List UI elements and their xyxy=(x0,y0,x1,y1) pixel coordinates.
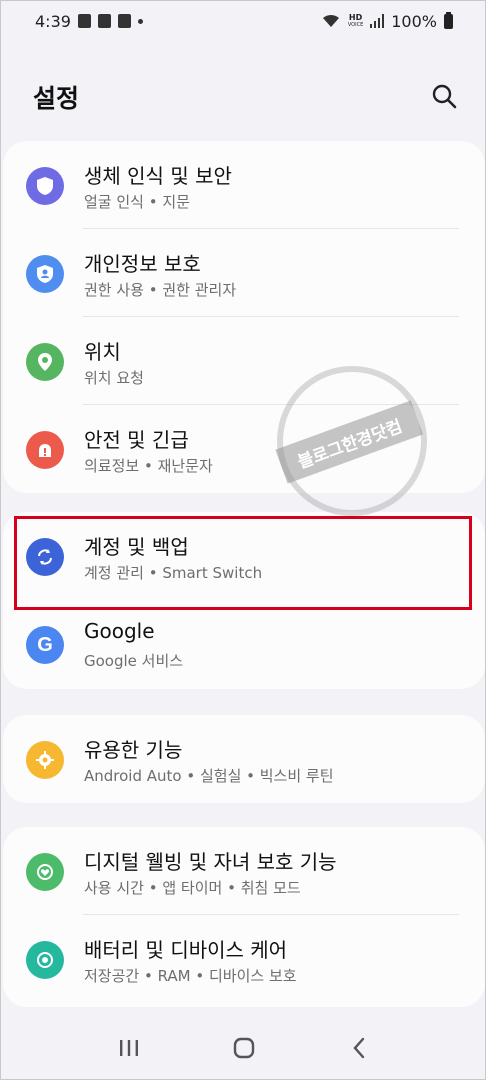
emergency-icon xyxy=(26,431,64,469)
wifi-icon xyxy=(322,14,339,27)
signal-icon xyxy=(370,14,385,28)
settings-group-accounts: 계정 및 백업 계정 관리 • Smart Switch G Google Go… xyxy=(3,512,485,689)
recent-apps-icon xyxy=(119,1040,138,1056)
shield-icon xyxy=(26,167,64,205)
sync-icon xyxy=(26,538,64,576)
voice-label: VOICE xyxy=(347,22,364,28)
home-button[interactable] xyxy=(224,1028,264,1068)
battery-icon xyxy=(444,11,453,29)
back-button[interactable] xyxy=(339,1028,379,1068)
puzzle-gear-icon xyxy=(26,741,64,779)
item-title: 생체 인식 및 보안 xyxy=(84,164,232,188)
item-subtitle: 얼굴 인식 • 지문 xyxy=(84,193,190,211)
google-icon: G xyxy=(26,626,64,664)
item-subtitle: 의료정보 • 재난문자 xyxy=(84,457,213,475)
more-notifications-dot-icon xyxy=(137,18,143,24)
item-subtitle: 계정 관리 • Smart Switch xyxy=(84,564,263,582)
item-title: 위치 xyxy=(84,340,121,364)
watermark-text: 블로그한경닷컴 xyxy=(275,400,423,484)
home-icon xyxy=(233,1037,255,1059)
gallery-notification-icon xyxy=(77,14,91,28)
settings-header: 설정 xyxy=(1,71,486,121)
settings-item-location[interactable]: 위치 위치 요청 xyxy=(3,317,485,405)
battery-percent: 100% xyxy=(391,11,437,31)
privacy-icon xyxy=(26,255,64,293)
search-button[interactable] xyxy=(427,79,461,113)
wellbeing-icon xyxy=(26,853,64,891)
search-icon xyxy=(432,84,457,109)
settings-group-wellbeing: 디지털 웰빙 및 자녀 보호 기능 사용 시간 • 앱 타이머 • 취침 모드 … xyxy=(3,827,485,1007)
item-title: 디지털 웰빙 및 자녀 보호 기능 xyxy=(84,850,337,874)
item-title: 개인정보 보호 xyxy=(84,252,201,276)
item-subtitle: 저장공간 • RAM • 디바이스 보호 xyxy=(84,967,297,985)
status-left: 4:39 xyxy=(35,12,143,31)
status-time: 4:39 xyxy=(35,11,71,31)
settings-item-google[interactable]: G Google Google 서비스 xyxy=(3,600,485,688)
location-pin-icon xyxy=(26,343,64,381)
item-title: Google xyxy=(84,619,155,643)
app-notification-icon xyxy=(97,14,111,28)
settings-item-digital-wellbeing[interactable]: 디지털 웰빙 및 자녀 보호 기능 사용 시간 • 앱 타이머 • 취침 모드 xyxy=(3,827,485,915)
recent-apps-button[interactable] xyxy=(109,1028,149,1068)
item-subtitle: 사용 시간 • 앱 타이머 • 취침 모드 xyxy=(84,879,301,897)
settings-item-biometrics-security[interactable]: 생체 인식 및 보안 얼굴 인식 • 지문 xyxy=(3,141,485,229)
hd-voice-indicator: HD VOICE xyxy=(347,13,364,29)
item-title: 안전 및 긴급 xyxy=(84,428,189,452)
item-title: 배터리 및 디바이스 케어 xyxy=(84,938,288,962)
settings-item-privacy[interactable]: 개인정보 보호 권한 사용 • 권한 관리자 xyxy=(3,229,485,317)
device-care-icon xyxy=(26,941,64,979)
item-subtitle: 위치 요청 xyxy=(84,369,144,387)
hd-label: HD xyxy=(348,13,363,22)
item-subtitle: Google 서비스 xyxy=(84,652,184,670)
item-subtitle: Android Auto • 실험실 • 빅스비 루틴 xyxy=(84,767,334,785)
page-title: 설정 xyxy=(33,84,80,113)
settings-item-advanced-features[interactable]: 유용한 기능 Android Auto • 실험실 • 빅스비 루틴 xyxy=(3,715,485,803)
settings-group-advanced: 유용한 기능 Android Auto • 실험실 • 빅스비 루틴 xyxy=(3,715,485,803)
settings-item-accounts-backup[interactable]: 계정 및 백업 계정 관리 • Smart Switch xyxy=(3,512,485,600)
item-title: 계정 및 백업 xyxy=(84,535,189,559)
status-right: HD VOICE 100% xyxy=(321,11,453,31)
item-title: 유용한 기능 xyxy=(84,738,183,762)
navigation-bar xyxy=(1,1017,486,1079)
status-bar: 4:39 HD VOICE 100% xyxy=(1,1,486,41)
settings-item-battery-device-care[interactable]: 배터리 및 디바이스 케어 저장공간 • RAM • 디바이스 보호 xyxy=(3,915,485,1003)
back-icon xyxy=(353,1037,365,1059)
puzzle-notification-icon xyxy=(117,14,131,28)
item-subtitle: 권한 사용 • 권한 관리자 xyxy=(84,281,237,299)
